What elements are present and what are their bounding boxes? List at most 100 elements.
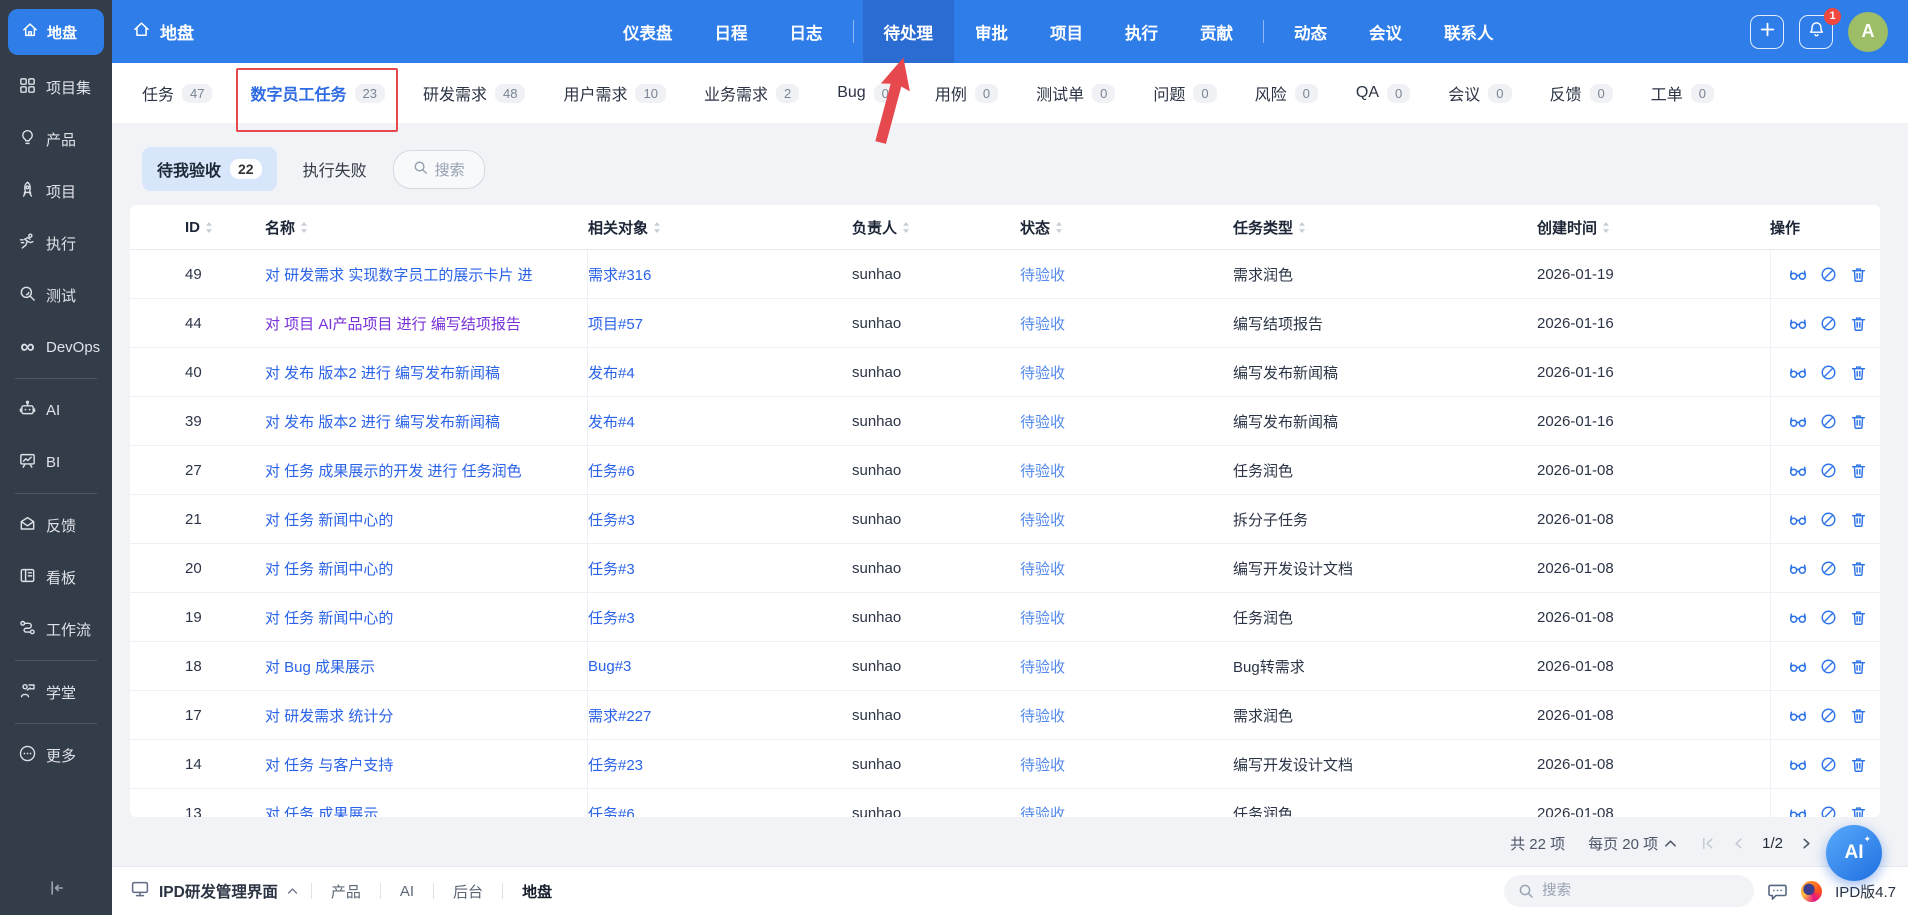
nav-contribution[interactable]: 贡献 <box>1179 0 1254 63</box>
sort-icon[interactable] <box>1298 221 1306 234</box>
review-icon[interactable] <box>1788 656 1808 676</box>
column-header[interactable]: 任务类型 <box>1233 205 1537 249</box>
delete-icon[interactable] <box>1849 657 1868 676</box>
module-tab[interactable]: Bug 0 <box>837 84 897 103</box>
notifications-button[interactable]: 1 <box>1799 15 1833 49</box>
sidebar-item-kanban[interactable]: 看板 <box>0 551 112 603</box>
sort-icon[interactable] <box>902 221 910 234</box>
cancel-icon[interactable] <box>1819 559 1838 578</box>
cancel-icon[interactable] <box>1819 755 1838 774</box>
module-tab[interactable]: 会议 0 <box>1448 81 1511 105</box>
cancel-icon[interactable] <box>1819 510 1838 529</box>
module-tab[interactable]: 工单 0 <box>1651 81 1714 105</box>
cancel-icon[interactable] <box>1819 657 1838 676</box>
review-icon[interactable] <box>1788 460 1808 480</box>
sidebar-item-bi[interactable]: BI <box>0 436 112 488</box>
sort-icon[interactable] <box>1055 221 1063 234</box>
sidebar-item-program[interactable]: 项目集 <box>0 61 112 113</box>
cancel-icon[interactable] <box>1819 804 1838 818</box>
module-tab[interactable]: 研发需求 48 <box>423 81 525 105</box>
column-header[interactable]: 创建时间 <box>1537 205 1770 249</box>
delete-icon[interactable] <box>1849 608 1868 627</box>
related-object-link[interactable]: 任务#6 <box>588 460 635 481</box>
workspace-switcher[interactable]: IPD研发管理界面 <box>130 879 298 904</box>
first-page-button[interactable] <box>1700 836 1715 851</box>
sidebar-item-feedback[interactable]: 反馈 <box>0 499 112 551</box>
column-header[interactable]: 状态 <box>1020 205 1233 249</box>
cancel-icon[interactable] <box>1819 461 1838 480</box>
app-title[interactable]: 地盘 <box>132 19 194 44</box>
feedback-chat-icon[interactable] <box>1767 881 1788 902</box>
sidebar-item-devops[interactable]: ∞ DevOps <box>0 321 112 373</box>
review-icon[interactable] <box>1788 803 1808 817</box>
page-size-select[interactable]: 每页 20 项 <box>1588 833 1677 854</box>
sort-icon[interactable] <box>653 221 661 234</box>
module-tab[interactable]: QA 0 <box>1356 84 1410 103</box>
task-name-link[interactable]: 对 Bug 成果展示 <box>265 656 375 677</box>
cancel-icon[interactable] <box>1819 314 1838 333</box>
related-object-link[interactable]: 发布#4 <box>588 362 635 383</box>
review-icon[interactable] <box>1788 509 1808 529</box>
module-tab[interactable]: 问题 0 <box>1153 81 1216 105</box>
task-name-link[interactable]: 对 任务 成果展示的开发 进行 任务润色 <box>265 460 522 481</box>
task-name-link[interactable]: 对 任务 新闻中心的 <box>265 607 393 628</box>
task-name-link[interactable]: 对 任务 与客户支持 <box>265 754 393 775</box>
delete-icon[interactable] <box>1849 755 1868 774</box>
module-tab[interactable]: 反馈 0 <box>1550 81 1613 105</box>
sidebar-item-more[interactable]: 更多 <box>0 729 112 781</box>
related-object-link[interactable]: 发布#4 <box>588 411 635 432</box>
nav-execution[interactable]: 执行 <box>1104 0 1179 63</box>
delete-icon[interactable] <box>1849 510 1868 529</box>
bottom-nav-product[interactable]: 产品 <box>325 881 367 902</box>
review-icon[interactable] <box>1788 607 1808 627</box>
prev-page-button[interactable] <box>1732 836 1745 851</box>
module-tab[interactable]: 风险 0 <box>1255 81 1318 105</box>
next-page-button[interactable] <box>1800 836 1813 851</box>
cancel-icon[interactable] <box>1819 608 1838 627</box>
bottom-nav-admin[interactable]: 后台 <box>447 881 489 902</box>
cancel-icon[interactable] <box>1819 265 1838 284</box>
sidebar-collapse-button[interactable] <box>0 878 112 903</box>
review-icon[interactable] <box>1788 264 1808 284</box>
cancel-icon[interactable] <box>1819 706 1838 725</box>
related-object-link[interactable]: Bug#3 <box>588 658 631 675</box>
column-header[interactable]: ID <box>185 205 265 249</box>
related-object-link[interactable]: 需求#316 <box>588 264 651 285</box>
review-icon[interactable] <box>1788 705 1808 725</box>
nav-log[interactable]: 日志 <box>769 0 844 63</box>
delete-icon[interactable] <box>1849 559 1868 578</box>
related-object-link[interactable]: 项目#57 <box>588 313 643 334</box>
task-name-link[interactable]: 对 发布 版本2 进行 编写发布新闻稿 <box>265 362 500 383</box>
delete-icon[interactable] <box>1849 314 1868 333</box>
search-input[interactable] <box>1504 875 1754 907</box>
cancel-icon[interactable] <box>1819 412 1838 431</box>
delete-icon[interactable] <box>1849 804 1868 818</box>
nav-dashboard[interactable]: 仪表盘 <box>602 0 694 63</box>
task-name-link[interactable]: 对 任务 新闻中心的 <box>265 558 393 579</box>
related-object-link[interactable]: 任务#23 <box>588 754 643 775</box>
nav-approval[interactable]: 审批 <box>954 0 1029 63</box>
module-tab[interactable]: 任务 47 <box>142 81 212 105</box>
column-header[interactable]: 名称 <box>265 205 588 249</box>
sidebar-item-test[interactable]: 测试 <box>0 269 112 321</box>
delete-icon[interactable] <box>1849 412 1868 431</box>
filter-pending-acceptance[interactable]: 待我验收 22 <box>142 147 277 191</box>
nav-calendar[interactable]: 日程 <box>694 0 769 63</box>
module-tab[interactable]: 业务需求 2 <box>704 81 799 105</box>
related-object-link[interactable]: 任务#6 <box>588 803 635 818</box>
delete-icon[interactable] <box>1849 461 1868 480</box>
module-tab[interactable]: 测试单 0 <box>1036 81 1115 105</box>
module-tab[interactable]: 用例 0 <box>935 81 998 105</box>
sidebar-item-project[interactable]: 项目 <box>0 165 112 217</box>
sort-icon[interactable] <box>1602 221 1610 234</box>
cancel-icon[interactable] <box>1819 363 1838 382</box>
related-object-link[interactable]: 任务#3 <box>588 558 635 579</box>
bottom-nav-dashboard[interactable]: 地盘 <box>516 881 558 902</box>
task-name-link[interactable]: 对 任务 成果展示 <box>265 803 378 818</box>
sort-icon[interactable] <box>300 221 308 234</box>
sidebar-item-product[interactable]: 产品 <box>0 113 112 165</box>
module-tab[interactable]: 用户需求 10 <box>563 81 665 105</box>
review-icon[interactable] <box>1788 754 1808 774</box>
create-button[interactable] <box>1750 15 1784 49</box>
filter-execution-failed[interactable]: 执行失败 <box>303 157 367 181</box>
